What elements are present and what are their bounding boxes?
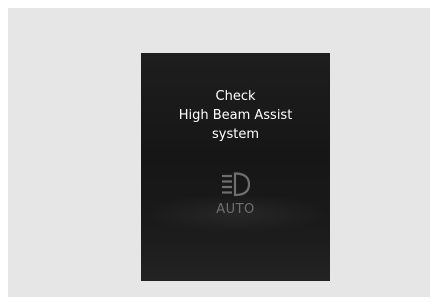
auto-label: AUTO	[216, 202, 255, 217]
cluster-display: Check High Beam Assist system AUTO	[141, 53, 330, 281]
warning-message: Check High Beam Assist system	[141, 87, 330, 144]
warning-line-system: system	[212, 127, 259, 142]
warning-line-check: Check	[215, 89, 256, 104]
outer-frame: Check High Beam Assist system AUTO	[8, 8, 430, 297]
high-beam-auto-indicator: AUTO	[141, 171, 330, 217]
high-beam-icon	[221, 172, 250, 197]
warning-line-feature: High Beam Assist	[178, 108, 293, 123]
